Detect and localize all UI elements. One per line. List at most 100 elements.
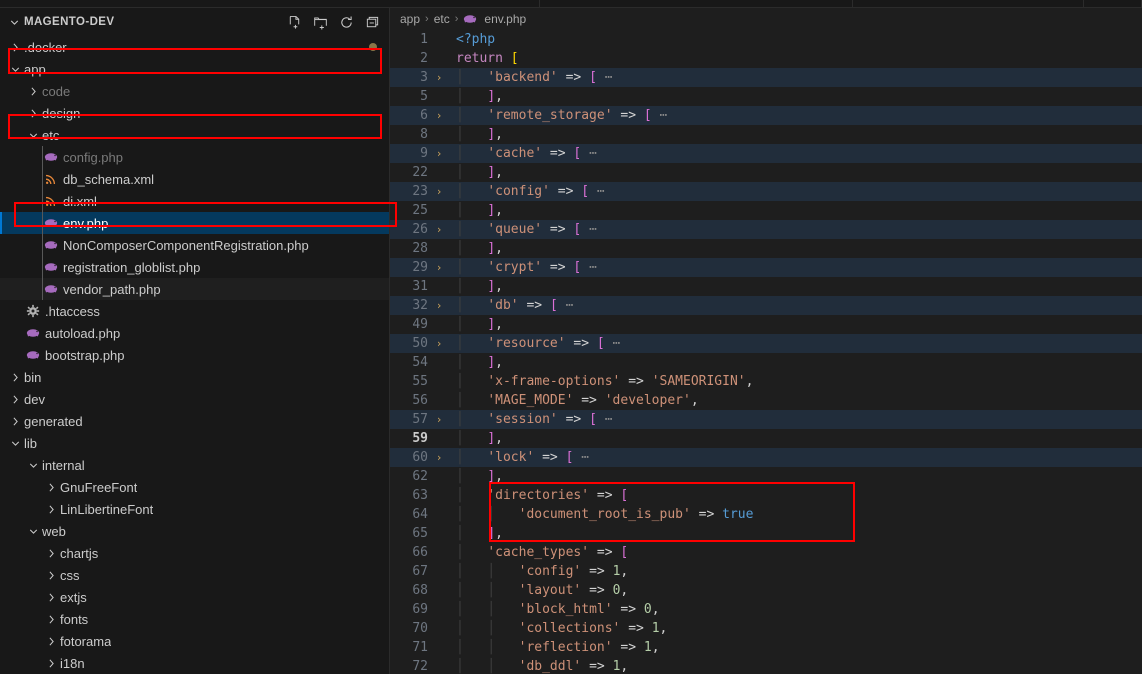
tree-folder-css[interactable]: css — [0, 564, 389, 586]
chevron-right-icon[interactable] — [42, 635, 60, 648]
code-line-2[interactable]: 2 return [ — [390, 49, 1142, 68]
code-line-64[interactable]: 64 │ │ 'document_root_is_pub' => true — [390, 505, 1142, 524]
code-line-71[interactable]: 71 │ │ 'reflection' => 1, — [390, 638, 1142, 657]
code-line-60[interactable]: 60 › │ 'lock' => [ ⋯ — [390, 448, 1142, 467]
fold-chevron-icon[interactable]: › — [428, 220, 450, 239]
breadcrumb-item-etc[interactable]: etc — [434, 12, 450, 26]
fold-chevron-icon[interactable]: › — [428, 106, 450, 125]
chevron-right-icon[interactable] — [6, 393, 24, 406]
breadcrumb-item-file[interactable]: env.php — [484, 12, 526, 26]
tree-folder-generated[interactable]: generated — [0, 410, 389, 432]
code-line-28[interactable]: 28 │ ], — [390, 239, 1142, 258]
fold-chevron-icon[interactable]: › — [428, 68, 450, 87]
chevron-right-icon[interactable] — [24, 85, 42, 98]
tree-file-bootstrap-php[interactable]: bootstrap.php — [0, 344, 389, 366]
chevron-down-icon[interactable] — [24, 459, 42, 472]
chevron-down-icon[interactable] — [24, 129, 42, 142]
code-line-69[interactable]: 69 │ │ 'block_html' => 0, — [390, 600, 1142, 619]
tree-folder-dev[interactable]: dev — [0, 388, 389, 410]
tree-folder-internal[interactable]: internal — [0, 454, 389, 476]
tree-folder-bin[interactable]: bin — [0, 366, 389, 388]
tree-folder-i18n[interactable]: i18n — [0, 652, 389, 674]
code-content[interactable]: 1 <?php 2 return [3 › │ 'backend' => [ ⋯ 5 │ ],… — [390, 30, 1142, 674]
chevron-right-icon[interactable] — [42, 481, 60, 494]
tree-file-env-php[interactable]: env.php — [0, 212, 389, 234]
refresh-icon[interactable] — [338, 14, 355, 31]
code-line-62[interactable]: 62 │ ], — [390, 467, 1142, 486]
chevron-right-icon[interactable] — [42, 613, 60, 626]
fold-chevron-icon[interactable]: › — [428, 334, 450, 353]
fold-chevron-icon[interactable]: › — [428, 448, 450, 467]
code-line-56[interactable]: 56 │ 'MAGE_MODE' => 'developer', — [390, 391, 1142, 410]
code-line-55[interactable]: 55 │ 'x-frame-options' => 'SAMEORIGIN', — [390, 372, 1142, 391]
code-line-23[interactable]: 23 › │ 'config' => [ ⋯ — [390, 182, 1142, 201]
chevron-right-icon[interactable] — [42, 569, 60, 582]
tree-folder-gnufreefont[interactable]: GnuFreeFont — [0, 476, 389, 498]
breadcrumb-item-app[interactable]: app — [400, 12, 420, 26]
code-line-31[interactable]: 31 │ ], — [390, 277, 1142, 296]
tree-file-di-xml[interactable]: di.xml — [0, 190, 389, 212]
fold-chevron-icon[interactable]: › — [428, 296, 450, 315]
code-line-72[interactable]: 72 │ │ 'db_ddl' => 1, — [390, 657, 1142, 674]
tab-slot-4[interactable] — [1084, 0, 1142, 8]
tree-file-registration-globlist-php[interactable]: registration_globlist.php — [0, 256, 389, 278]
code-line-6[interactable]: 6 › │ 'remote_storage' => [ ⋯ — [390, 106, 1142, 125]
chevron-right-icon[interactable] — [42, 503, 60, 516]
code-line-22[interactable]: 22 │ ], — [390, 163, 1142, 182]
chevron-right-icon[interactable] — [6, 371, 24, 384]
code-line-59[interactable]: 59 │ ], — [390, 429, 1142, 448]
chevron-right-icon[interactable] — [42, 547, 60, 560]
tree-folder-app[interactable]: app — [0, 58, 389, 80]
chevron-down-icon[interactable] — [24, 525, 42, 538]
explorer-header[interactable]: MAGENTO-DEV — [0, 8, 389, 36]
chevron-right-icon[interactable] — [24, 107, 42, 120]
fold-chevron-icon[interactable]: › — [428, 182, 450, 201]
chevron-down-icon[interactable] — [6, 63, 24, 76]
code-line-29[interactable]: 29 › │ 'crypt' => [ ⋯ — [390, 258, 1142, 277]
tree-folder-lib[interactable]: lib — [0, 432, 389, 454]
tree-file-htaccess[interactable]: .htaccess — [0, 300, 389, 322]
code-line-1[interactable]: 1 <?php — [390, 30, 1142, 49]
chevron-down-icon[interactable] — [6, 437, 24, 450]
tree-folder-docker[interactable]: .docker — [0, 36, 389, 58]
code-line-67[interactable]: 67 │ │ 'config' => 1, — [390, 562, 1142, 581]
tree-file-noncomposercomponentregistration-php[interactable]: NonComposerComponentRegistration.php — [0, 234, 389, 256]
code-line-66[interactable]: 66 │ 'cache_types' => [ — [390, 543, 1142, 562]
tree-file-db-schema-xml[interactable]: db_schema.xml — [0, 168, 389, 190]
tree-folder-chartjs[interactable]: chartjs — [0, 542, 389, 564]
code-line-5[interactable]: 5 │ ], — [390, 87, 1142, 106]
chevron-right-icon[interactable] — [6, 415, 24, 428]
code-line-68[interactable]: 68 │ │ 'layout' => 0, — [390, 581, 1142, 600]
chevron-right-icon[interactable] — [42, 591, 60, 604]
tab-slot-3[interactable] — [853, 0, 1084, 8]
tree-folder-linlibertinefont[interactable]: LinLibertineFont — [0, 498, 389, 520]
code-line-54[interactable]: 54 │ ], — [390, 353, 1142, 372]
code-line-32[interactable]: 32 › │ 'db' => [ ⋯ — [390, 296, 1142, 315]
code-line-70[interactable]: 70 │ │ 'collections' => 1, — [390, 619, 1142, 638]
tree-folder-fonts[interactable]: fonts — [0, 608, 389, 630]
explorer-chevron-down-icon[interactable] — [6, 14, 22, 30]
new-file-icon[interactable] — [286, 14, 303, 31]
chevron-right-icon[interactable] — [42, 657, 60, 670]
tree-folder-code[interactable]: code — [0, 80, 389, 102]
code-line-8[interactable]: 8 │ ], — [390, 125, 1142, 144]
chevron-right-icon[interactable] — [6, 41, 24, 54]
tab-slot-1[interactable] — [390, 0, 540, 8]
code-line-9[interactable]: 9 › │ 'cache' => [ ⋯ — [390, 144, 1142, 163]
fold-chevron-icon[interactable]: › — [428, 410, 450, 429]
code-line-25[interactable]: 25 │ ], — [390, 201, 1142, 220]
tree-file-vendor-path-php[interactable]: vendor_path.php — [0, 278, 389, 300]
code-line-50[interactable]: 50 › │ 'resource' => [ ⋯ — [390, 334, 1142, 353]
code-line-26[interactable]: 26 › │ 'queue' => [ ⋯ — [390, 220, 1142, 239]
tree-folder-etc[interactable]: etc — [0, 124, 389, 146]
fold-chevron-icon[interactable]: › — [428, 258, 450, 277]
code-line-57[interactable]: 57 › │ 'session' => [ ⋯ — [390, 410, 1142, 429]
collapse-all-icon[interactable] — [364, 14, 381, 31]
tree-file-autoload-php[interactable]: autoload.php — [0, 322, 389, 344]
tree-folder-extjs[interactable]: extjs — [0, 586, 389, 608]
code-line-3[interactable]: 3 › │ 'backend' => [ ⋯ — [390, 68, 1142, 87]
tree-folder-web[interactable]: web — [0, 520, 389, 542]
fold-chevron-icon[interactable]: › — [428, 144, 450, 163]
tree-folder-design[interactable]: design — [0, 102, 389, 124]
new-folder-icon[interactable] — [312, 14, 329, 31]
